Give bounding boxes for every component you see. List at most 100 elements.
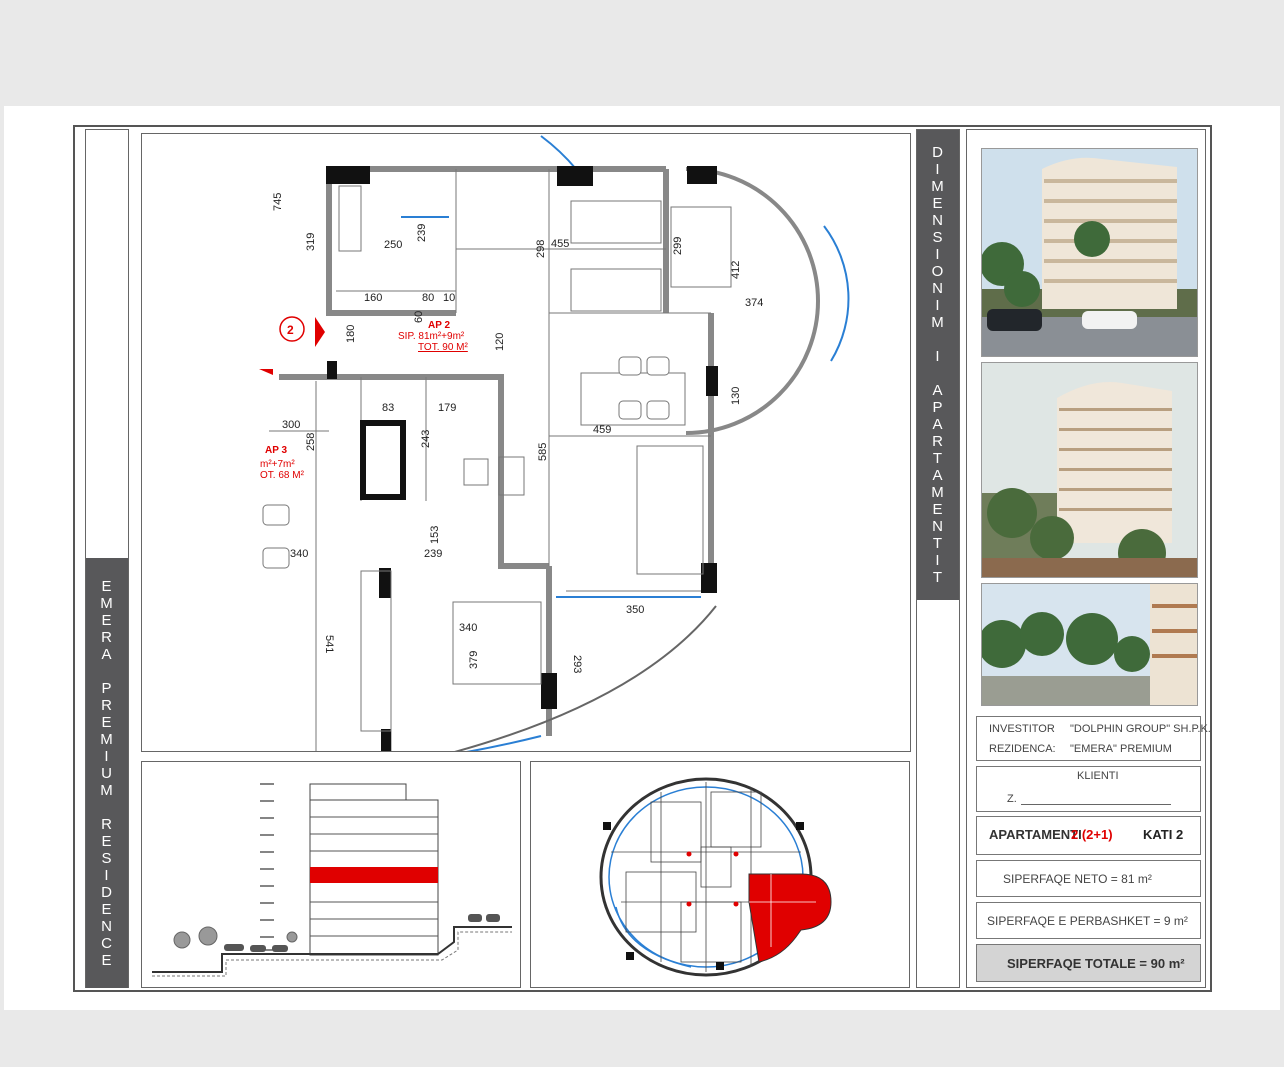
client-box: KLIENTI Z. [976,766,1201,812]
band-letter: N [932,212,944,229]
band-letter: T [932,535,944,552]
investitor-value: "DOLPHIN GROUP" SH.P.K. [1070,723,1211,735]
band-letter: M [931,314,945,331]
dimension-label: 160 [364,292,382,304]
totale-area: SIPERFAQE TOTALE = 90 m² [1007,956,1185,971]
dimension-label: 340 [290,548,308,560]
perbashket-box: SIPERFAQE E PERBASHKET = 9 m² [976,902,1201,939]
dimension-label: 340 [459,622,477,634]
dimension-label: 120 [494,333,506,351]
key-plan-panel [530,761,910,988]
building-elevation-drawing [152,783,512,977]
dimension-label: 300 [282,419,300,431]
dimension-label: 180 [345,325,357,343]
band-letter: T [932,569,944,586]
band-letter: A [932,382,944,399]
band-letter: U [101,764,113,782]
dimension-label: 319 [305,233,317,251]
band-letter: S [932,229,944,246]
render-photo-3 [981,583,1198,706]
plan-marker-text: 2 [287,323,294,337]
building-render-image [982,363,1197,577]
band-letter: E [101,611,113,629]
right-title-band: D I M E N S I O N I M I A P A R T A M E … [917,130,959,600]
band-letter: M [100,594,114,612]
building-elevation-panel [141,761,521,988]
dimension-label: 153 [429,526,441,544]
band-letter: I [935,552,941,569]
building-render-image [982,149,1197,356]
dimension-label: 130 [730,387,742,405]
dimension-label: 298 [535,240,547,258]
dimension-label: 412 [730,261,742,279]
rezidenca-value: "EMERA" PREMIUM [1070,743,1172,755]
render-photo-1 [981,148,1198,357]
band-letter: A [932,467,944,484]
dimension-label: 541 [323,635,335,653]
render-photo-2 [981,362,1198,578]
building-render-image [982,584,1197,705]
ap3-tot: OT. 68 M² [260,470,305,481]
dimension-label: 745 [272,193,284,211]
dimension-label: 374 [745,297,763,309]
ap2-sip: SIP. 81m²+9m² [398,331,465,342]
investor-box: INVESTITOR "DOLPHIN GROUP" SH.P.K. REZID… [976,716,1211,761]
band-letter: E [101,951,113,969]
band-letter: I [935,246,941,263]
perbashket-area: SIPERFAQE E PERBASHKET = 9 m² [987,914,1188,928]
band-letter: E [101,713,113,731]
band-letter: A [932,416,944,433]
band-letter: P [101,679,113,697]
klienti-z-label: Z. [1007,793,1017,805]
band-letter: E [101,577,113,595]
ap2-label: AP 2 [428,320,450,331]
band-letter: I [935,297,941,314]
band-letter: E [101,900,113,918]
band-letter: A [101,645,113,663]
left-title-band: E M E R A P R E M I U M R E S I D E N C … [86,558,128,988]
neto-area: SIPERFAQE NETO = 81 m² [1003,872,1152,886]
apartamenti-value: 2 (2+1) [1071,827,1113,842]
kati-value: KATI 2 [1143,827,1184,842]
band-letter: S [101,849,113,867]
investitor-label: INVESTITOR [989,723,1055,735]
band-letter: N [101,917,113,935]
dimension-label: 239 [416,224,428,242]
band-letter: M [100,781,114,799]
band-letter: E [932,501,944,518]
band-letter: R [932,433,944,450]
highlighted-apartment [748,873,832,963]
band-letter: I [935,161,941,178]
dimension-label: 258 [305,433,317,451]
band-letter: M [931,178,945,195]
band-letter: I [935,348,941,365]
band-letter: R [101,696,113,714]
ap3-label: AP 3 [265,445,287,456]
dimension-label: 299 [672,237,684,255]
dimension-label: 10 [443,292,455,304]
apartment-box: APARTAMENTI 2 (2+1) KATI 2 [976,816,1201,855]
dimension-label: 239 [424,548,442,560]
dimension-label: 455 [551,238,569,250]
dimension-label: 585 [537,443,549,461]
totale-box: SIPERFAQE TOTALE = 90 m² [976,944,1201,982]
neto-box: SIPERFAQE NETO = 81 m² [976,860,1201,897]
band-letter: D [101,883,113,901]
band-letter: T [932,450,944,467]
band-letter: M [100,730,114,748]
floor-plan-drawing: 2 AP 2 SIP. 81m²+9m² TOT. 90 M² AP 3 m²+… [259,135,850,751]
dimension-label: 83 [382,402,394,414]
dimension-label: 459 [593,424,611,436]
band-letter: E [932,195,944,212]
band-letter: D [932,144,944,161]
band-letter: N [932,280,944,297]
band-letter: I [104,866,110,884]
floor-plan-panel: 2 AP 2 SIP. 81m²+9m² TOT. 90 M² AP 3 m²+… [141,133,911,752]
apartamenti-label: APARTAMENTI [989,827,1082,842]
dimension-label: 243 [420,430,432,448]
rezidenca-label: REZIDENCA: [989,743,1056,755]
dimension-label: 379 [468,651,480,669]
band-letter: R [101,628,113,646]
klienti-name-line [1021,804,1171,805]
dimension-label: 60 [413,311,425,323]
